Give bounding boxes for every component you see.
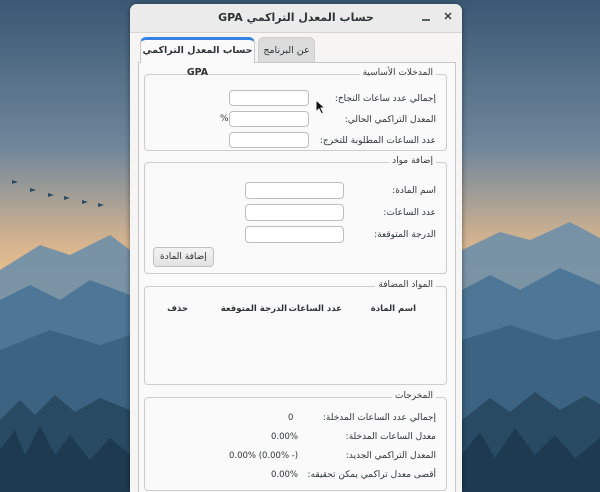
tab-content-panel: المدخلات الأساسية إجمالي عدد ساعات النجا… <box>138 62 456 492</box>
tab-bar: حساب المعدل التراكمي GPA عن البرنامج <box>130 37 462 78</box>
tab-about[interactable]: عن البرنامج <box>258 37 315 65</box>
add-course-legend: إضافة مواد <box>389 156 436 166</box>
basic-inputs-legend: المدخلات الأساسية <box>359 68 436 78</box>
course-name-label: اسم المادة: <box>392 186 436 196</box>
max-gpa-label: أقصى معدل تراكمي يمكن تحقيقه: <box>307 470 436 480</box>
added-courses-group: المواد المضافة اسم المادة عدد الساعات ال… <box>144 280 447 385</box>
passed-hours-label: إجمالي عدد ساعات النجاح: <box>334 94 436 104</box>
minimize-button[interactable] <box>417 9 435 27</box>
title-bar: حساب المعدل التراكمي GPA <box>130 4 462 33</box>
tab-gpa-calculator[interactable]: حساب المعدل التراكمي GPA <box>140 37 255 78</box>
add-course-group: إضافة مواد اسم المادة: عدد الساعات: الدر… <box>144 156 447 274</box>
outputs-group: المخرجات إجمالي عدد الساعات المدخلة: 0 م… <box>144 391 447 491</box>
column-header-expected-grade: الدرجة المتوقعة <box>220 304 287 314</box>
column-header-delete: حذف <box>167 304 188 314</box>
total-hours-value: 0 <box>288 413 294 423</box>
minimize-icon <box>422 19 430 21</box>
close-button[interactable] <box>439 9 457 27</box>
hours-rate-value: 0.00% <box>271 432 299 442</box>
total-hours-label: إجمالي عدد الساعات المدخلة: <box>322 413 436 423</box>
required-hours-input[interactable] <box>229 132 309 148</box>
percent-sign: % <box>220 114 229 124</box>
add-course-button[interactable]: إضافة المادة <box>153 247 214 267</box>
close-icon <box>444 12 452 20</box>
hours-rate-label: معدل الساعات المدخلة: <box>345 432 436 442</box>
outputs-legend: المخرجات <box>392 391 436 401</box>
column-header-hours: عدد الساعات <box>288 304 342 314</box>
new-gpa-value: 0.00% (0.00% -) <box>229 451 299 461</box>
added-courses-legend: المواد المضافة <box>375 280 436 290</box>
course-hours-label: عدد الساعات: <box>383 208 436 218</box>
app-window: حساب المعدل التراكمي GPA حساب المعدل الت… <box>130 4 462 492</box>
mouse-pointer-icon <box>315 99 326 115</box>
current-gpa-input[interactable] <box>229 111 309 127</box>
course-grade-input[interactable] <box>245 226 344 243</box>
course-hours-input[interactable] <box>245 204 344 221</box>
basic-inputs-group: المدخلات الأساسية إجمالي عدد ساعات النجا… <box>144 68 447 151</box>
new-gpa-label: المعدل التراكمي الجديد: <box>345 451 436 461</box>
current-gpa-label: المعدل التراكمي الحالي: <box>344 115 436 125</box>
max-gpa-value: 0.00% <box>271 470 299 480</box>
passed-hours-input[interactable] <box>229 90 309 106</box>
course-name-input[interactable] <box>245 182 344 199</box>
required-hours-label: عدد الساعات المطلوبة للتخرج: <box>319 136 436 146</box>
column-header-course-name: اسم المادة <box>370 304 416 314</box>
window-title: حساب المعدل التراكمي GPA <box>218 11 374 24</box>
course-grade-label: الدرجة المتوقعة: <box>374 230 436 240</box>
